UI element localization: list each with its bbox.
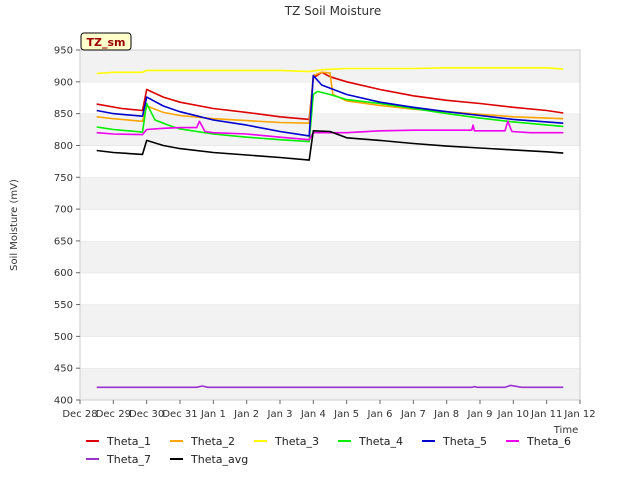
x-tick-label: Jan 11 (530, 409, 562, 420)
x-tick-label: Jan 3 (267, 409, 293, 420)
legend-swatch (254, 440, 267, 442)
y-tick-label: 800 (54, 141, 73, 152)
legend-label: Theta_4 (359, 434, 404, 448)
x-tick-label: Jan 1 (200, 409, 226, 420)
grid-bands (80, 49, 580, 400)
chart-title: TZ Soil Moisture (284, 4, 381, 18)
x-tick-label: Dec 28 (62, 409, 97, 420)
site-badge-label: TZ_sm (87, 36, 126, 49)
grid-band (80, 272, 580, 305)
x-tick-label: Jan 6 (367, 409, 393, 420)
legend-swatch (422, 440, 435, 442)
grid-band (80, 304, 580, 337)
grid-band (80, 336, 580, 369)
y-tick-label: 900 (54, 77, 73, 88)
x-tick-label: Jan 8 (433, 409, 459, 420)
x-tick-label: Jan 7 (400, 409, 426, 420)
legend-item: Theta_1 (86, 434, 151, 448)
y-tick-label: 600 (54, 268, 73, 279)
x-axis-ticks: Dec 28Dec 29Dec 30Dec 31 Jan 1 Jan 2 Jan 3 J… (62, 400, 596, 420)
legend-label: Theta_2 (191, 434, 236, 448)
legend-item: Theta_4 (338, 434, 403, 448)
x-tick-label: Dec 31 (162, 409, 197, 420)
y-tick-label: 750 (54, 173, 73, 184)
x-tick-label: Jan 5 (333, 409, 359, 420)
grid-band (80, 177, 580, 210)
legend-item: Theta_7 (86, 452, 151, 466)
x-tick-label: Jan 2 (233, 409, 259, 420)
legend-swatch (170, 458, 183, 460)
x-tick-label: Jan 10 (497, 409, 529, 420)
x-tick-label: Dec 29 (96, 409, 131, 420)
grid-band (80, 368, 580, 400)
x-tick-label: Jan 4 (300, 409, 326, 420)
legend-swatch (86, 440, 99, 442)
legend-label: Theta_5 (443, 434, 488, 448)
site-badge: TZ_sm (80, 32, 132, 51)
legend-label: Theta_avg (191, 452, 249, 466)
y-tick-label: 400 (54, 396, 73, 407)
legend-swatch (338, 440, 351, 442)
legend-label: Theta_7 (107, 452, 152, 466)
legend-item: Theta_6 (506, 434, 571, 448)
legend-label: Theta_6 (527, 434, 572, 448)
y-tick-label: 450 (54, 364, 73, 375)
y-tick-label: 650 (54, 236, 73, 247)
y-axis-title: Soil Moisture (mV) (9, 179, 20, 271)
y-tick-label: 850 (54, 109, 73, 120)
legend-swatch (86, 458, 99, 460)
legend-item: Theta_2 (170, 434, 235, 448)
y-tick-label: 550 (54, 300, 73, 311)
legend-label: Theta_3 (275, 434, 320, 448)
grid-band (80, 240, 580, 273)
y-tick-label: 500 (54, 332, 73, 343)
legend-item: Theta_5 (422, 434, 487, 448)
x-tick-label: Dec 30 (129, 409, 164, 420)
legend-swatch (506, 440, 519, 442)
legend-swatch (170, 440, 183, 442)
y-tick-label: 700 (54, 205, 73, 216)
x-tick-label: Jan 9 (467, 409, 493, 420)
x-tick-label: Jan 12 (563, 409, 595, 420)
legend-item: Theta_3 (254, 434, 319, 448)
y-tick-label: 950 (54, 46, 73, 57)
y-axis-ticks: 400 450 500 550 600 650 700 750 800 850 900 950 (54, 46, 80, 407)
legend-item: Theta_avg (170, 452, 248, 466)
legend-label: Theta_1 (107, 434, 152, 448)
soil-moisture-chart: TZ Soil Moisture 400 450 500 550 600 650 700 75… (9, 4, 596, 436)
grid-band (80, 209, 580, 241)
